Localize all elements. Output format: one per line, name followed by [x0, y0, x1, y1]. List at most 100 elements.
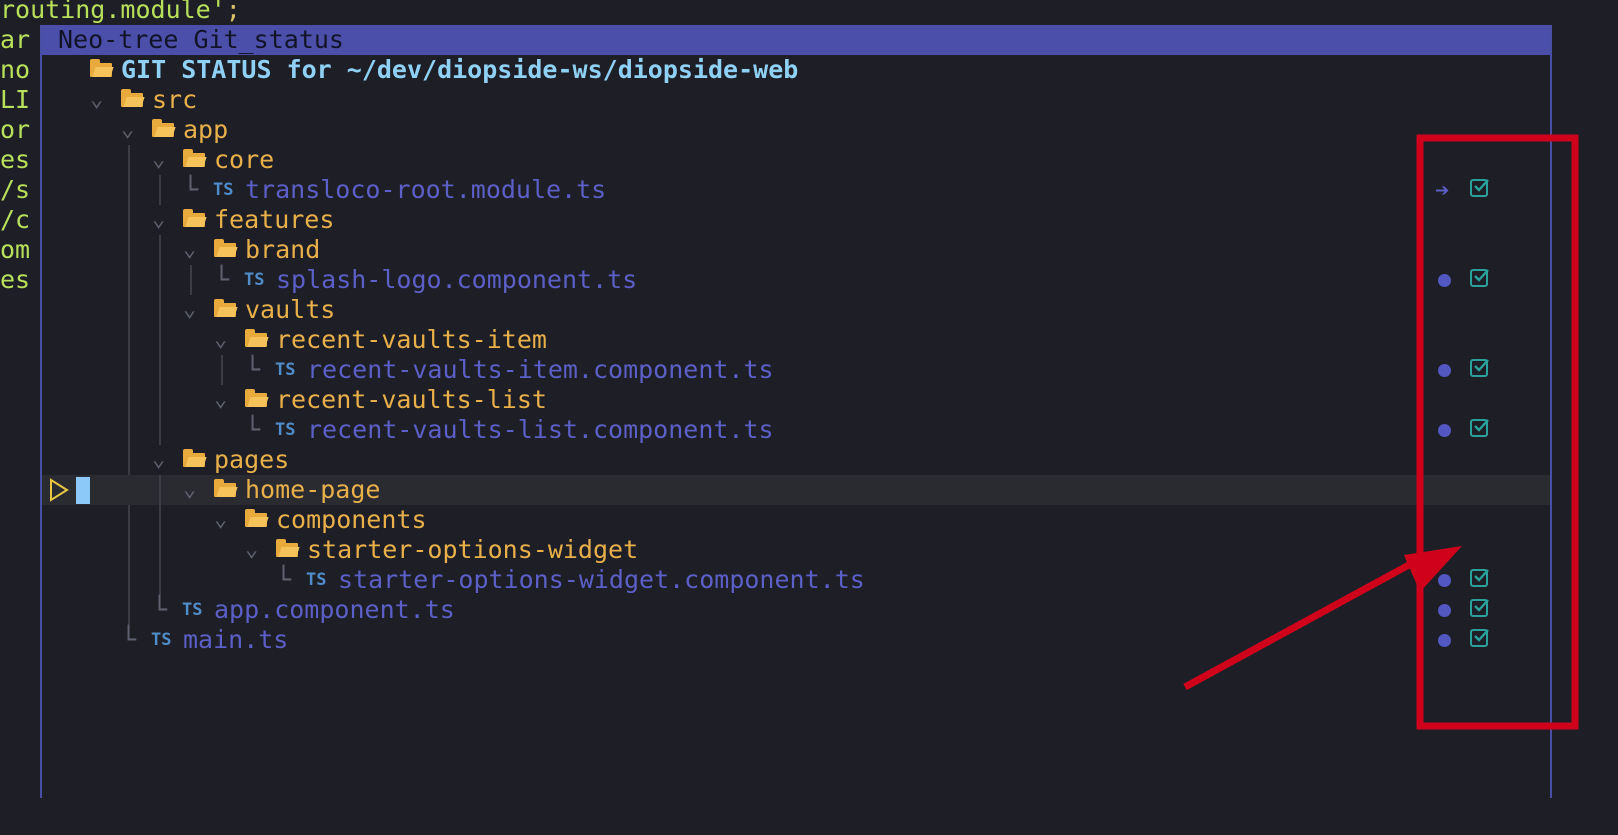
dir-label: components: [276, 505, 427, 534]
file-label: recent-vaults-item.component.ts: [307, 355, 774, 384]
indent-guide: [159, 175, 161, 205]
folder-open-icon: [245, 329, 269, 347]
indent-guide: [159, 415, 161, 445]
indent-guide: [159, 565, 161, 595]
tree-dir-vaults[interactable]: ⌄ vaults: [42, 295, 1550, 325]
tree-dir-components[interactable]: ⌄ components: [42, 505, 1550, 535]
typescript-file-icon: TS: [306, 570, 327, 590]
checkbox-checked-icon: [1470, 599, 1489, 617]
tree-root-row[interactable]: GIT STATUS for ~/dev/diopside-ws/diopsid…: [42, 55, 1550, 85]
indent-guide: [159, 385, 161, 415]
indent-guide: [159, 295, 161, 325]
typescript-file-icon: TS: [244, 270, 265, 290]
dir-label: brand: [245, 235, 321, 264]
chevron-down-icon: ⌄: [214, 507, 228, 532]
chevron-down-icon: ⌄: [152, 207, 166, 232]
tree-dir-src[interactable]: ⌄ src: [42, 85, 1550, 115]
tree-elbow: └: [276, 565, 292, 594]
dir-label: app: [183, 115, 229, 144]
typescript-file-icon: TS: [275, 360, 296, 380]
folder-open-icon: [214, 239, 238, 257]
tree-file-starter-options-widget[interactable]: └ TS starter-options-widget.component.ts: [42, 565, 1550, 595]
tree-dir-starter-options-widget[interactable]: ⌄ starter-options-widget: [42, 535, 1550, 565]
dot-icon: [1438, 364, 1451, 377]
chevron-down-icon: ⌄: [183, 237, 197, 262]
chevron-down-icon: ⌄: [183, 477, 197, 502]
indent-guide: [128, 445, 130, 475]
indent-guide: [128, 595, 130, 625]
chevron-down-icon: ⌄: [121, 117, 135, 142]
tree-dir-home-page[interactable]: ⌄ home-page: [42, 475, 1550, 505]
folder-open-icon: [276, 539, 300, 557]
indent-guide: [159, 505, 161, 535]
indent-guide: [128, 385, 130, 415]
dot-icon: [1438, 574, 1451, 587]
tree-file-transloco-root[interactable]: └ TS transloco-root.module.ts ➔: [42, 175, 1550, 205]
dot-icon: [1438, 604, 1451, 617]
tree-elbow: └: [152, 595, 168, 624]
tree-dir-brand[interactable]: ⌄ brand: [42, 235, 1550, 265]
tree-dir-features[interactable]: ⌄ features: [42, 205, 1550, 235]
indent-guide: [159, 355, 161, 385]
file-label: recent-vaults-list.component.ts: [307, 415, 774, 444]
chevron-down-icon: ⌄: [152, 447, 166, 472]
tree-file-recent-vaults-item[interactable]: └ TS recent-vaults-item.component.ts: [42, 355, 1550, 385]
chevron-down-icon: ⌄: [152, 147, 166, 172]
dot-icon: [1438, 634, 1451, 647]
checkbox-checked-icon: [1470, 629, 1489, 647]
tree-file-recent-vaults-list[interactable]: └ TS recent-vaults-list.component.ts: [42, 415, 1550, 445]
tree-file-app-component[interactable]: └ TS app.component.ts: [42, 595, 1550, 625]
tree-dir-recent-vaults-list[interactable]: ⌄ recent-vaults-list: [42, 385, 1550, 415]
tree-elbow: └: [121, 625, 137, 654]
indent-guide: [128, 205, 130, 235]
tree-elbow: └: [214, 265, 230, 294]
editor-line-quote: ': [210, 0, 226, 24]
tree-file-splash-logo[interactable]: └ TS splash-logo.component.ts: [42, 265, 1550, 295]
tree-file-main[interactable]: └ TS main.ts: [42, 625, 1550, 655]
checkbox-checked-icon: [1470, 359, 1489, 377]
editor-line: /c: [0, 205, 31, 234]
checkbox-checked-icon: [1470, 419, 1489, 437]
tree-dir-core[interactable]: ⌄ core: [42, 145, 1550, 175]
tree-elbow: └: [183, 175, 199, 204]
editor-line-semicolon: ;: [225, 0, 241, 24]
chevron-down-icon: ⌄: [245, 537, 259, 562]
chevron-down-icon: ⌄: [214, 327, 228, 352]
typescript-file-icon: TS: [182, 600, 203, 620]
file-label: transloco-root.module.ts: [245, 175, 607, 204]
indent-guide: [159, 475, 161, 505]
tree-dir-pages[interactable]: ⌄ pages: [42, 445, 1550, 475]
indent-guide: [159, 265, 161, 295]
folder-open-icon: [183, 149, 207, 167]
dir-label: starter-options-widget: [307, 535, 639, 564]
dir-label: features: [214, 205, 335, 234]
indent-guide: [128, 175, 130, 205]
dir-label: home-page: [245, 475, 381, 504]
tree-dir-recent-vaults-item[interactable]: ⌄ recent-vaults-item: [42, 325, 1550, 355]
file-label: main.ts: [183, 625, 289, 654]
neo-tree-window[interactable]: Neo-tree Git_status GIT STATUS for ~/dev…: [40, 25, 1552, 798]
folder-open-icon: [183, 209, 207, 227]
folder-open-icon: [121, 89, 145, 107]
indent-guide: [128, 295, 130, 325]
editor-line-text: routing.module: [0, 0, 211, 24]
indent-guide: [128, 565, 130, 595]
editor-line: om: [0, 235, 31, 264]
chevron-down-icon: ⌄: [90, 87, 104, 112]
indent-guide: [159, 235, 161, 265]
dir-label: recent-vaults-item: [276, 325, 547, 354]
tree-dir-app[interactable]: ⌄ app: [42, 115, 1550, 145]
tree-root-label: GIT STATUS for ~/dev/diopside-ws/diopsid…: [121, 55, 799, 84]
checkbox-checked-icon: [1470, 269, 1489, 287]
folder-open-icon: [152, 119, 176, 137]
dir-label: recent-vaults-list: [276, 385, 547, 414]
cursor-marker-icon: [50, 478, 69, 502]
editor-line: es: [0, 145, 31, 174]
editor-line: ar: [0, 25, 31, 54]
indent-guide: [128, 145, 130, 175]
indent-guide: [159, 325, 161, 355]
typescript-file-icon: TS: [275, 420, 296, 440]
editor-line: routing.module';: [0, 0, 241, 25]
file-label: splash-logo.component.ts: [276, 265, 638, 294]
folder-open-icon: [245, 509, 269, 527]
